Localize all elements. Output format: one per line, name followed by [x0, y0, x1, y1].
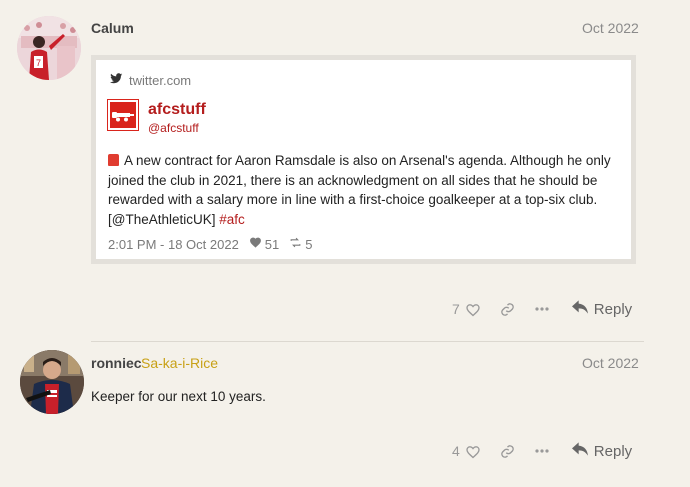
avatar[interactable]: 7 — [17, 16, 81, 80]
heart-outline-icon[interactable] — [464, 444, 482, 459]
tweet-account-handle[interactable]: @afcstuff — [148, 121, 199, 135]
siren-icon — [108, 154, 119, 166]
reply-label: Reply — [593, 300, 633, 318]
tweet-likes-count: 51 — [264, 236, 280, 252]
svg-text:7: 7 — [36, 58, 41, 68]
tweet-text: A new contract for Aaron Ramsdale is als… — [108, 151, 628, 229]
heart-outline-icon[interactable] — [464, 302, 482, 317]
avatar[interactable] — [20, 350, 84, 414]
post-date[interactable]: Oct 2022 — [582, 20, 639, 36]
topic-page: 7 Calum Oct 2022 twitter.com afcstuff @a… — [0, 0, 690, 487]
reply-arrow-icon — [571, 300, 588, 318]
tweet-retweets-count: 5 — [305, 236, 313, 252]
onebox-source[interactable]: twitter.com — [110, 72, 191, 88]
tweet-retweets: 5 — [289, 236, 313, 252]
like-count[interactable]: 7 — [452, 301, 460, 317]
post-divider — [91, 341, 644, 342]
twitter-bird-icon — [110, 72, 123, 88]
tweet-likes: 51 — [249, 236, 279, 252]
link-icon[interactable] — [500, 302, 516, 317]
afcstuff-logo[interactable] — [107, 99, 139, 131]
heart-icon — [249, 236, 262, 252]
tweet-account-name[interactable]: afcstuff — [148, 101, 206, 119]
post-actions: 7 Reply — [452, 300, 632, 318]
like-count[interactable]: 4 — [452, 443, 460, 459]
tweet-hashtag-link[interactable]: #afc — [219, 212, 245, 227]
post-date[interactable]: Oct 2022 — [582, 355, 639, 371]
onebox-source-label: twitter.com — [129, 72, 192, 88]
more-options-icon[interactable] — [534, 449, 550, 453]
reply-arrow-icon — [571, 442, 588, 460]
link-icon[interactable] — [500, 444, 516, 459]
reply-label: Reply — [593, 442, 633, 460]
post-body: Keeper for our next 10 years. — [91, 389, 266, 404]
tweet-text-main: A new contract for Aaron Ramsdale is als… — [108, 153, 611, 227]
twitter-onebox: twitter.com afcstuff @afcstuff A new con… — [91, 55, 636, 264]
reply-button[interactable]: Reply — [571, 442, 633, 460]
retweet-icon — [289, 236, 302, 252]
post-actions: 4 Reply — [452, 442, 632, 460]
tweet-meta: 2:01 PM - 18 Oct 2022 51 5 — [108, 236, 313, 252]
tweet-timestamp[interactable]: 2:01 PM - 18 Oct 2022 — [108, 237, 239, 252]
more-options-icon[interactable] — [534, 307, 550, 311]
reply-button[interactable]: Reply — [571, 300, 633, 318]
user-title: Sa-ka-i-Rice — [141, 355, 219, 371]
username[interactable]: Calum — [91, 20, 134, 36]
username[interactable]: ronniec — [91, 355, 142, 371]
